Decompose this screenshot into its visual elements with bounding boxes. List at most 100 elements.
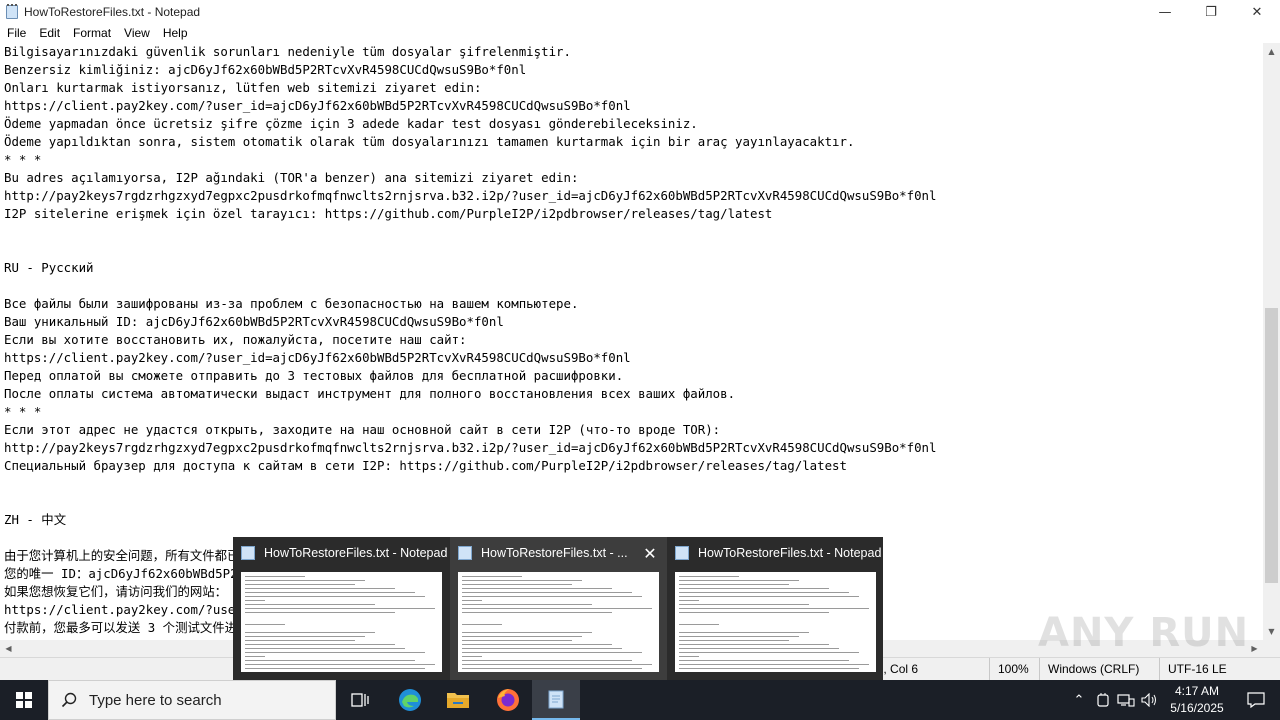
preview-text-line [462,644,612,645]
preview-text-line [245,664,435,665]
close-button[interactable]: ✕ [1234,0,1280,24]
editor-line: Ödeme yapmadan önce ücretsiz şifre çözme… [4,116,698,131]
vertical-scrollbar[interactable]: ▲ ▼ [1263,43,1280,640]
preview-text-line [245,588,395,589]
editor-line: ZH - 中文 [4,512,67,527]
preview-text-line [679,624,719,625]
preview-text-line [462,664,652,665]
thumbnail-window-1[interactable]: HowToRestoreFiles.txt - Notepad [233,537,450,680]
preview-text-line [245,608,435,609]
preview-text-line [245,600,265,601]
status-encoding: UTF-16 LE [1159,658,1280,680]
task-view-button[interactable] [336,680,384,720]
notepad-icon [458,546,472,560]
preview-text-line [462,652,642,653]
preview-text-line [245,648,405,649]
maximize-button[interactable]: ❐ [1188,0,1234,24]
thumbnail-title: HowToRestoreFiles.txt - Notepad [698,546,882,560]
editor-line: После оплаты система автоматически выдас… [4,386,736,401]
preview-text-line [679,664,869,665]
preview-text-line [679,668,859,669]
edge-icon [399,689,421,711]
editor-line: Bu adres açılamıyorsa, I2P ağındaki (TOR… [4,170,579,185]
preview-text-line [462,584,572,585]
network-icon[interactable] [1115,680,1137,720]
thumbnail-close-icon[interactable]: ✕ [640,543,660,563]
vertical-scroll-thumb[interactable] [1265,308,1278,583]
editor-line: * * * [4,404,42,419]
editor-line: http://pay2keys7rgdzrhgzxyd7egpxc2pusdrk… [4,188,937,203]
volume-icon[interactable] [1139,680,1161,720]
file-explorer-button[interactable] [434,680,482,720]
preview-text-line [245,640,355,641]
preview-text-line [245,604,375,605]
scroll-left-arrow-icon[interactable]: ◀ [0,640,17,657]
firefox-app-button[interactable] [484,680,532,720]
thumbnail-preview [458,572,659,672]
security-icon[interactable] [1093,680,1113,720]
menu-view[interactable]: View [117,26,156,40]
editor-line: Bilgisayarınızdaki güvenlik sorunları ne… [4,44,571,59]
preview-text-line [245,632,375,633]
preview-text-line [462,580,582,581]
clock-date: 5/16/2025 [1170,701,1224,715]
preview-text-line [679,596,859,597]
taskbar-search-box[interactable]: Type here to search [48,680,336,720]
status-line-endings: Windows (CRLF) [1039,658,1159,680]
menu-edit[interactable]: Edit [32,26,66,40]
preview-text-line [679,576,739,577]
preview-text-line [245,652,425,653]
preview-text-line [462,648,622,649]
scroll-up-arrow-icon[interactable]: ▲ [1263,43,1280,60]
preview-text-line [245,624,285,625]
editor-line: Перед оплатой вы сможете отправить до 3 … [4,368,624,383]
show-hidden-icons-chevron-icon[interactable]: ⌃ [1068,680,1090,720]
preview-text-line [679,608,869,609]
preview-text-line [679,592,849,593]
preview-text-line [679,580,799,581]
preview-text-line [245,592,415,593]
preview-text-line [462,592,632,593]
preview-text-line [245,612,395,613]
editor-line: Все файлы были зашифрованы из-за проблем… [4,296,579,311]
preview-text-line [462,588,612,589]
thumbnail-window-3[interactable]: HowToRestoreFiles.txt - Notepad [667,537,884,680]
firefox-icon [497,689,519,711]
scrollbar-corner [1263,640,1280,657]
notifications-button[interactable] [1232,680,1280,720]
editor-line: Специальный браузер для доступа к сайтам… [4,458,847,473]
preview-text-line [679,656,699,657]
start-button[interactable] [0,680,48,720]
preview-text-line [245,580,365,581]
thumbnail-window-2[interactable]: HowToRestoreFiles.txt - ... ✕ [450,537,667,680]
clock-time: 4:17 AM [1174,684,1220,698]
notepad-app-button[interactable] [532,680,580,720]
editor-line: https://client.pay2key.com/?user_id=ajcD… [4,350,631,365]
preview-text-line [245,668,425,669]
search-placeholder: Type here to search [89,691,222,709]
minimize-button[interactable]: — [1142,0,1188,24]
preview-text-line [679,632,809,633]
editor-line: Ödeme yapıldıktan sonra, sistem otomatik… [4,134,855,149]
scroll-down-arrow-icon[interactable]: ▼ [1263,623,1280,640]
taskbar-thumbnail-popup: HowToRestoreFiles.txt - Notepad HowToRes… [233,537,883,680]
preview-text-line [462,636,582,637]
preview-text-line [245,636,365,637]
menu-format[interactable]: Format [66,26,117,40]
edge-app-button[interactable] [386,680,434,720]
editor-line: I2P sitelerine erişmek için özel tarayıc… [4,206,773,221]
status-zoom: 100% [989,658,1039,680]
menu-help[interactable]: Help [156,26,194,40]
system-clock[interactable]: 4:17 AM 5/16/2025 [1162,683,1232,717]
anyrun-watermark: ANY RUN [1038,610,1250,656]
menu-file[interactable]: File [0,26,32,40]
preview-text-line [462,656,482,657]
windows-logo-icon [16,692,32,708]
preview-text-line [679,644,829,645]
preview-text-line [245,576,305,577]
notepad-icon [4,4,20,20]
editor-line: Ваш уникальный ID: ajcD6yJf62x60bWBd5P2R… [4,314,504,329]
